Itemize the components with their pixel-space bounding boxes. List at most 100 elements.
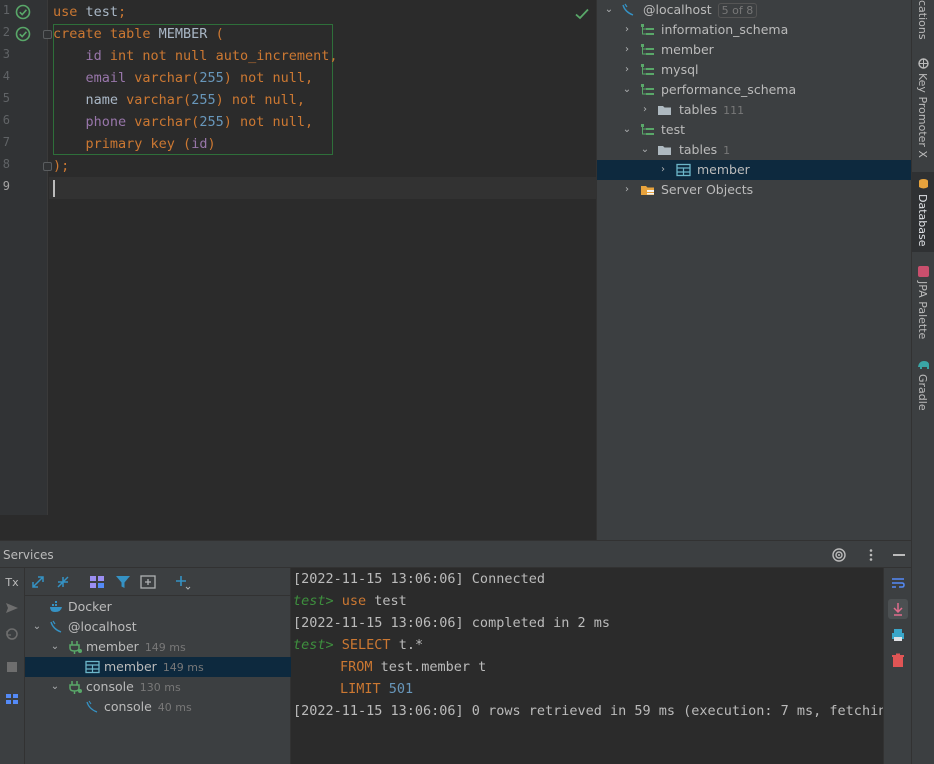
code-line[interactable]: phone varchar(255) not null, bbox=[53, 111, 314, 133]
tree-node-test-tables[interactable]: ⌄ tables 1 bbox=[597, 140, 912, 160]
filter-icon[interactable] bbox=[114, 573, 132, 591]
schema-icon bbox=[641, 24, 654, 35]
code-line[interactable]: email varchar(255) not null, bbox=[53, 67, 314, 89]
folder-icon bbox=[658, 106, 671, 115]
chevron-down-icon[interactable]: ⌄ bbox=[49, 677, 61, 697]
service-node-console-session[interactable]: ⌄ console 130 ms bbox=[25, 677, 291, 697]
code-token: name bbox=[53, 92, 127, 108]
services-tree-panel[interactable]: Docker ⌄ @localhost ⌄ member 149 ms membe… bbox=[25, 568, 291, 764]
chevron-down-icon[interactable]: ⌄ bbox=[49, 637, 61, 657]
schema-icon bbox=[641, 84, 654, 95]
tree-node-perf-tables[interactable]: › tables 111 bbox=[597, 100, 912, 120]
target-icon[interactable] bbox=[831, 547, 847, 563]
code-token: ; bbox=[118, 4, 127, 20]
chevron-down-icon[interactable]: ⌄ bbox=[621, 120, 633, 140]
sql-editor[interactable]: 123456789 use test; create table MEMBER (… bbox=[0, 0, 596, 540]
group-by-icon[interactable] bbox=[88, 573, 106, 591]
code-token: 255 bbox=[199, 114, 224, 130]
tree-node-mysql[interactable]: › mysql bbox=[597, 60, 912, 80]
chevron-down-icon[interactable]: ⌄ bbox=[31, 617, 43, 637]
code-token: id bbox=[191, 136, 208, 152]
scroll-to-end-icon[interactable] bbox=[888, 599, 908, 619]
code-line[interactable]: name varchar(255) not null, bbox=[53, 89, 305, 111]
expand-all-icon[interactable] bbox=[29, 573, 47, 591]
tool-tab-gradle[interactable]: Gradle bbox=[912, 356, 934, 416]
console-prompt: test> bbox=[293, 637, 334, 653]
table-icon bbox=[676, 163, 691, 177]
chevron-right-icon[interactable]: › bbox=[621, 40, 633, 60]
stop-icon[interactable] bbox=[3, 658, 21, 676]
chevron-down-icon[interactable]: ⌄ bbox=[639, 140, 651, 160]
time-label: 40 ms bbox=[157, 701, 192, 714]
code-token: create table bbox=[53, 26, 159, 42]
time-label: 149 ms bbox=[162, 661, 204, 674]
print-icon[interactable] bbox=[888, 625, 908, 645]
rollback-icon[interactable] bbox=[3, 625, 21, 643]
line-number: 9 bbox=[2, 179, 10, 193]
executed-ok-icon[interactable] bbox=[15, 4, 31, 20]
submit-icon[interactable] bbox=[3, 599, 21, 617]
key-promoter-icon bbox=[918, 58, 929, 69]
tree-node-member-table[interactable]: › member bbox=[597, 160, 912, 180]
chevron-down-icon[interactable]: ⌄ bbox=[603, 0, 615, 20]
tool-tab-jpa-palette[interactable]: JPA Palette bbox=[912, 262, 934, 346]
tool-tab-label: JPA Palette bbox=[916, 281, 929, 340]
tree-node-server-objects[interactable]: › Server Objects bbox=[597, 180, 912, 200]
layout-icon[interactable] bbox=[3, 690, 21, 708]
chevron-down-icon[interactable]: ⌄ bbox=[621, 80, 633, 100]
code-line[interactable]: id int not null auto_increment, bbox=[53, 45, 338, 67]
service-node-member-session[interactable]: ⌄ member 149 ms bbox=[25, 637, 291, 657]
executed-ok-icon[interactable] bbox=[15, 26, 31, 42]
add-service-icon[interactable] bbox=[173, 573, 191, 591]
more-options-icon[interactable] bbox=[863, 547, 879, 563]
tree-node-information-schema[interactable]: › information_schema bbox=[597, 20, 912, 40]
code-line[interactable]: ); bbox=[53, 155, 69, 177]
code-line[interactable]: create table MEMBER ( bbox=[53, 23, 224, 45]
line-number: 5 bbox=[2, 91, 10, 105]
service-node-docker[interactable]: Docker bbox=[25, 597, 291, 617]
code-line[interactable]: primary key (id) bbox=[53, 133, 216, 155]
tree-node-label: member bbox=[697, 162, 750, 177]
transaction-mode-button[interactable]: Tx bbox=[3, 574, 21, 592]
code-token: varchar( bbox=[134, 114, 200, 130]
sql-text: t.* bbox=[390, 637, 424, 653]
chevron-right-icon[interactable]: › bbox=[657, 160, 669, 180]
sql-keyword: LIMIT bbox=[340, 681, 381, 697]
fold-marker-icon[interactable] bbox=[43, 30, 52, 39]
editor-gutter: 1 2 3 4 5 6 7 8 9 bbox=[0, 0, 48, 515]
console-side-toolbar bbox=[883, 568, 911, 764]
service-node-member-console[interactable]: member 149 ms bbox=[25, 657, 291, 677]
chevron-right-icon[interactable]: › bbox=[639, 100, 651, 120]
collapse-all-icon[interactable] bbox=[54, 573, 72, 591]
sql-keyword: use bbox=[341, 593, 367, 609]
session-plug-icon bbox=[69, 681, 82, 694]
chevron-right-icon[interactable]: › bbox=[621, 20, 633, 40]
tree-node-member-schema[interactable]: › member bbox=[597, 40, 912, 60]
tool-tab-notifications[interactable]: cations bbox=[912, 0, 934, 40]
inspection-ok-icon[interactable] bbox=[574, 6, 590, 22]
console-line: FROM test.member t bbox=[340, 656, 486, 678]
tree-node-localhost[interactable]: ⌄ @localhost 5 of 8 bbox=[597, 0, 912, 20]
code-token: varchar( bbox=[134, 70, 200, 86]
tool-tab-key-promoter[interactable]: Key Promoter X bbox=[912, 54, 934, 164]
count-badge: 5 of 8 bbox=[717, 3, 758, 18]
service-node-console-child[interactable]: console 40 ms bbox=[25, 697, 291, 717]
service-node-label: console bbox=[104, 699, 152, 714]
tree-node-performance-schema[interactable]: ⌄ performance_schema bbox=[597, 80, 912, 100]
minimize-icon[interactable] bbox=[891, 547, 907, 563]
chevron-right-icon[interactable]: › bbox=[621, 60, 633, 80]
schema-icon bbox=[641, 64, 654, 75]
chevron-right-icon[interactable]: › bbox=[621, 180, 633, 200]
new-tab-icon[interactable] bbox=[139, 573, 157, 591]
code-line[interactable]: use test; bbox=[53, 1, 126, 23]
query-console-output[interactable]: [2022-11-15 13:06:06] Connected test> us… bbox=[291, 568, 883, 764]
code-token: primary key bbox=[53, 136, 184, 152]
tool-tab-database[interactable]: Database bbox=[912, 172, 934, 252]
service-node-localhost[interactable]: ⌄ @localhost bbox=[25, 617, 291, 637]
tree-node-test[interactable]: ⌄ test bbox=[597, 120, 912, 140]
clear-all-icon[interactable] bbox=[888, 651, 908, 671]
database-explorer[interactable]: ⌄ @localhost 5 of 8 › information_schema … bbox=[596, 0, 912, 540]
tree-node-label: @localhost bbox=[643, 2, 712, 17]
soft-wrap-icon[interactable] bbox=[888, 573, 908, 593]
fold-marker-icon[interactable] bbox=[43, 162, 52, 171]
